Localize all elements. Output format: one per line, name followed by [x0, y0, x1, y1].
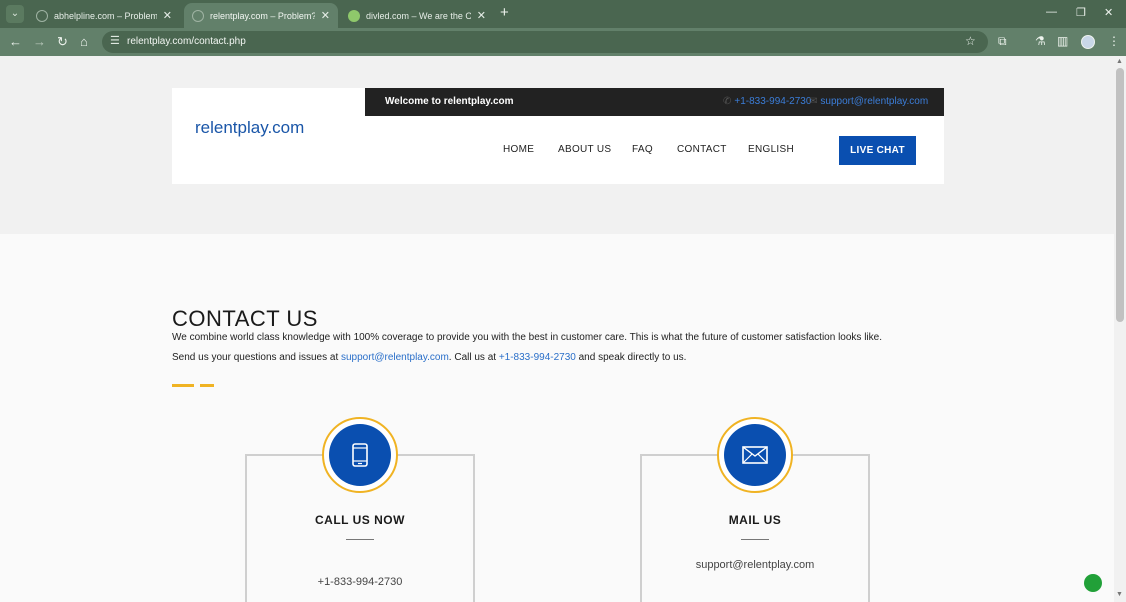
lab-flask-icon[interactable]: ⚗ [1035, 34, 1046, 48]
call-icon-circle [329, 424, 391, 486]
reload-icon[interactable]: ↻ [57, 34, 68, 50]
extensions-icon[interactable]: ⧉ [998, 34, 1007, 49]
contact-description: We combine world class knowledge with 10… [172, 332, 882, 343]
mobile-phone-icon [352, 443, 368, 467]
mail-icon: ✉ [809, 96, 818, 107]
restore-icon[interactable]: ❐ [1076, 6, 1086, 19]
card-divider [346, 539, 374, 540]
call-card-title: CALL US NOW [315, 513, 405, 527]
phone-icon: ✆ [723, 96, 732, 107]
tab-relentplay[interactable]: relentplay.com – Problem? We ✕ [184, 3, 338, 28]
site-info-icon[interactable]: ☰ [110, 34, 120, 47]
back-arrow-icon[interactable]: ← [9, 34, 22, 49]
chat-widget-icon[interactable] [1084, 574, 1102, 592]
scrollbar-thumb[interactable] [1116, 68, 1124, 322]
site-favicon-icon [348, 9, 360, 22]
nav-about-us[interactable]: ABOUT US [558, 144, 611, 155]
kebab-menu-icon[interactable]: ⋮ [1108, 34, 1120, 48]
globe-icon [36, 9, 48, 22]
tab-abhelpline[interactable]: abhelpline.com – Problem? We ✕ [28, 3, 180, 28]
tab-title: abhelpline.com – Problem? We [54, 10, 157, 21]
site-header: relentplay.com Welcome to relentplay.com… [172, 88, 944, 184]
instructions-text: and speak directly to us. [575, 352, 687, 363]
welcome-text: Welcome to relentplay.com [385, 96, 514, 107]
mail-icon-ring [717, 417, 793, 493]
close-icon[interactable]: ✕ [163, 9, 172, 22]
tab-search-chevron-icon[interactable]: ⌄ [6, 5, 24, 23]
minimize-icon[interactable]: — [1046, 6, 1057, 18]
accent-dash [200, 384, 214, 387]
new-tab-plus-icon[interactable]: + [500, 4, 509, 21]
instructions-text: . Call us at [448, 352, 499, 363]
side-panel-icon[interactable]: ▥ [1057, 34, 1068, 48]
close-window-icon[interactable]: ✕ [1104, 6, 1113, 19]
email-text: support@relentplay.com [820, 96, 929, 107]
live-chat-button[interactable]: LIVE CHAT [839, 136, 916, 165]
call-icon-ring [322, 417, 398, 493]
scroll-down-icon[interactable]: ▼ [1116, 591, 1123, 598]
instructions-text: Send us your questions and issues at [172, 352, 341, 363]
scroll-up-icon[interactable]: ▲ [1116, 58, 1123, 65]
instructions-email-link[interactable]: support@relentplay.com [341, 352, 449, 363]
phone-text: +1-833-994-2730 [734, 96, 812, 107]
envelope-icon [742, 446, 768, 464]
bookmark-star-icon[interactable]: ☆ [965, 34, 976, 48]
site-logo[interactable]: relentplay.com [195, 118, 304, 138]
nav-faq[interactable]: FAQ [632, 144, 653, 155]
mail-icon-circle [724, 424, 786, 486]
nav-english[interactable]: ENGLISH [748, 144, 794, 155]
mail-card-email[interactable]: support@relentplay.com [640, 559, 870, 571]
profile-avatar[interactable] [1081, 35, 1095, 49]
globe-icon [192, 9, 204, 22]
call-card-phone[interactable]: +1-833-994-2730 [245, 576, 475, 588]
contact-heading: CONTACT US [172, 306, 318, 331]
accent-dash [172, 384, 194, 387]
mail-card-title: MAIL US [728, 513, 782, 527]
nav-home[interactable]: HOME [503, 144, 534, 155]
tab-divled[interactable]: divled.com – We are the Ones ✕ [340, 3, 494, 28]
forward-arrow-icon[interactable]: → [33, 34, 46, 49]
tab-title: relentplay.com – Problem? We [210, 10, 315, 21]
contact-instructions: Send us your questions and issues at sup… [172, 352, 686, 363]
top-phone-link[interactable]: ✆ +1-833-994-2730 [723, 96, 811, 107]
browser-tab-bar: ⌄ abhelpline.com – Problem? We ✕ relentp… [0, 0, 1126, 28]
url-text[interactable]: relentplay.com/contact.php [127, 36, 246, 47]
top-email-link[interactable]: ✉ support@relentplay.com [809, 96, 928, 107]
web-page: relentplay.com Welcome to relentplay.com… [0, 56, 1114, 602]
nav-contact[interactable]: CONTACT [677, 144, 727, 155]
close-icon[interactable]: ✕ [477, 9, 486, 22]
close-icon[interactable]: ✕ [321, 9, 330, 22]
home-icon[interactable]: ⌂ [80, 34, 88, 49]
card-divider [741, 539, 769, 540]
tab-title: divled.com – We are the Ones [366, 10, 471, 21]
instructions-phone-link[interactable]: +1-833-994-2730 [499, 352, 576, 363]
top-info-bar: Welcome to relentplay.com ✆ +1-833-994-27… [365, 88, 944, 116]
